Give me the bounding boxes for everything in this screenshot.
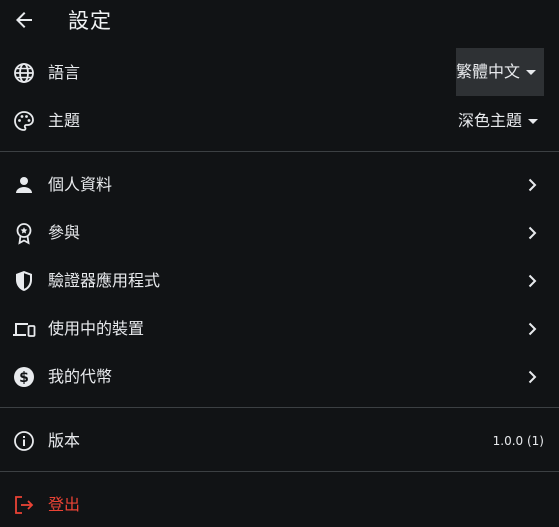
settings-page: 設定 語言 繁體中文 主題 深色主題 個人資料 參與 驗證器應用程式 使用中的裝… [0, 0, 559, 527]
back-button[interactable] [12, 8, 36, 32]
devices-row[interactable]: 使用中的裝置 [0, 305, 559, 353]
chevron-right-icon [520, 269, 544, 293]
theme-row: 主題 深色主題 [0, 97, 559, 145]
chevron-right-icon [520, 221, 544, 245]
version-row: 版本 1.0.0 (1) [0, 417, 559, 465]
divider [0, 407, 559, 408]
version-label: 版本 [48, 431, 81, 450]
dollar-coin-icon: $ [12, 365, 36, 389]
arrow-back-icon [16, 12, 32, 28]
logout-row[interactable]: 登出 [0, 481, 559, 527]
profile-row[interactable]: 個人資料 [0, 161, 559, 209]
chevron-down-icon [526, 69, 537, 75]
tokens-row[interactable]: $ 我的代幣 [0, 353, 559, 401]
language-row: 語言 繁體中文 [0, 48, 559, 97]
language-label: 語言 [48, 63, 81, 82]
authenticator-row[interactable]: 驗證器應用程式 [0, 257, 559, 305]
logout-label: 登出 [48, 495, 81, 514]
award-ribbon-icon [12, 221, 36, 245]
participation-label: 參與 [48, 223, 81, 242]
chevron-down-icon [528, 118, 538, 124]
devices-icon [12, 317, 36, 341]
version-value: 1.0.0 (1) [492, 434, 544, 448]
chevron-right-icon [520, 317, 544, 341]
divider [0, 151, 559, 152]
info-icon [12, 429, 36, 453]
logout-icon [12, 493, 36, 517]
svg-text:$: $ [19, 370, 29, 386]
person-icon [12, 173, 36, 197]
divider [0, 471, 559, 472]
theme-label: 主題 [48, 111, 81, 130]
chevron-right-icon [520, 173, 544, 197]
chevron-right-icon [520, 365, 544, 389]
authenticator-label: 驗證器應用程式 [48, 271, 161, 290]
tokens-label: 我的代幣 [48, 367, 113, 386]
theme-select[interactable]: 深色主題 [458, 97, 544, 145]
devices-label: 使用中的裝置 [48, 319, 145, 338]
theme-value: 深色主題 [457, 111, 522, 130]
profile-label: 個人資料 [48, 175, 113, 194]
shield-icon [12, 269, 36, 293]
language-value: 繁體中文 [456, 62, 521, 81]
language-select[interactable]: 繁體中文 [456, 48, 544, 96]
page-title: 設定 [68, 9, 112, 33]
participation-row[interactable]: 參與 [0, 209, 559, 257]
globe-icon [12, 61, 36, 85]
palette-icon [12, 109, 36, 133]
top-app-bar: 設定 [0, 0, 559, 44]
